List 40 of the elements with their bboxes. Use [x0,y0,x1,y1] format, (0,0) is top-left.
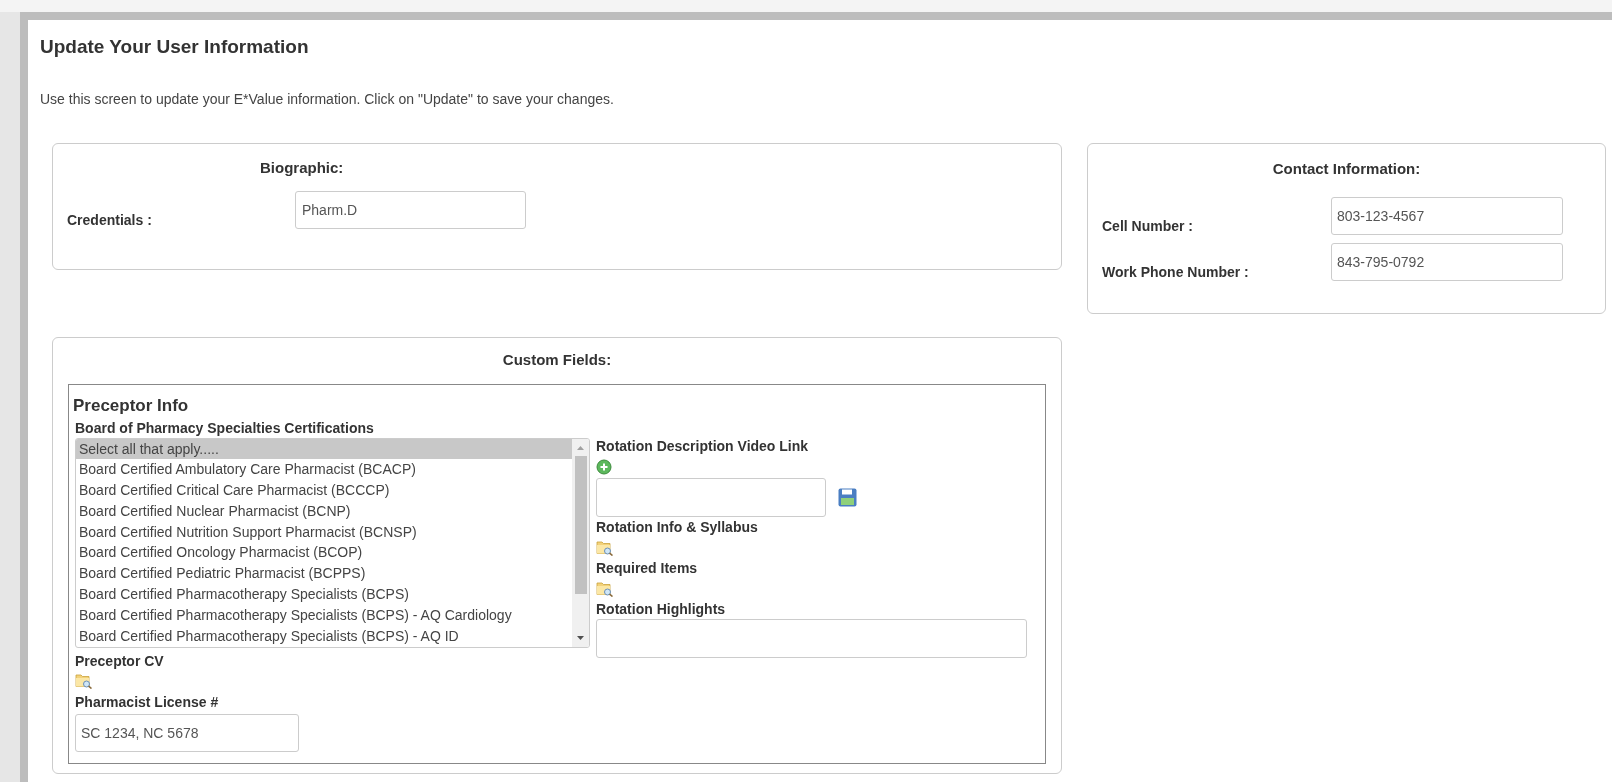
field-label: Rotation Description Video Link [596,436,810,456]
section-title: Preceptor Info [73,394,190,417]
list-option[interactable]: Board Certified Oncology Pharmacist (BCOP) [76,542,572,564]
field-label: Work Phone Number : [1102,262,1250,282]
folder-search-icon[interactable] [596,539,614,556]
page-title: Update Your User Information [40,35,310,59]
text-field[interactable]: Pharm.D [295,191,526,229]
list-option[interactable]: Board Certified Pharmacotherapy Specialists (BCPS) - AQ Cardiology [76,604,572,626]
list-option[interactable]: Board Certified Nutrition Support Pharmacist (BCNSP) [76,521,572,543]
video-link-field[interactable] [596,477,826,517]
list-option[interactable]: Board Certified Nuclear Pharmacist (BCNP) [76,500,572,522]
list-option[interactable]: Board Certified Pharmacotherapy Specialists (BCPS) - AQ ID [76,625,572,647]
page-description: Use this screen to update your E*Value information. Click on "Update" to save your changes. [40,90,615,109]
field-label: Preceptor CV [75,651,165,671]
field-label: Credentials : [67,210,153,230]
field-label: Rotation Highlights [596,599,727,619]
list-option[interactable]: Select all that apply..... [76,438,572,460]
list-option[interactable]: Board Certified Ambulatory Care Pharmacist (BCACP) [76,459,572,481]
text-field[interactable]: 803-123-4567 [1331,197,1563,235]
field-label: Cell Number : [1102,216,1194,236]
highlights-field[interactable] [596,618,1027,658]
card-heading: Biographic: [260,158,345,178]
field-label: Required Items [596,558,699,578]
card-heading: Custom Fields: [501,350,613,370]
field-label: Board of Pharmacy Specialties Certifications [75,418,375,438]
folder-search-icon[interactable] [596,580,614,597]
scrollbar[interactable] [572,438,589,647]
text-field[interactable]: SC 1234, NC 5678 [75,713,299,752]
text-field[interactable]: 843-795-0792 [1331,243,1563,281]
list-option[interactable]: Board Certified Pharmacotherapy Specialists (BCPS) [76,584,572,605]
scrollbar-thumb[interactable] [574,455,587,594]
list-option[interactable]: Board Certified Pediatric Pharmacist (BCPPS) [76,563,572,585]
folder-search-icon[interactable] [75,672,93,689]
field-label: Rotation Info & Syllabus [596,517,759,537]
list-option[interactable]: Board Certified Critical Care Pharmacist (BCCCP) [76,480,572,501]
add-icon[interactable] [596,458,612,475]
save-icon[interactable] [838,487,857,507]
card-heading: Contact Information: [1271,159,1422,179]
field-label: Pharmacist License # [75,692,220,712]
certifications-listbox[interactable] [75,437,590,648]
